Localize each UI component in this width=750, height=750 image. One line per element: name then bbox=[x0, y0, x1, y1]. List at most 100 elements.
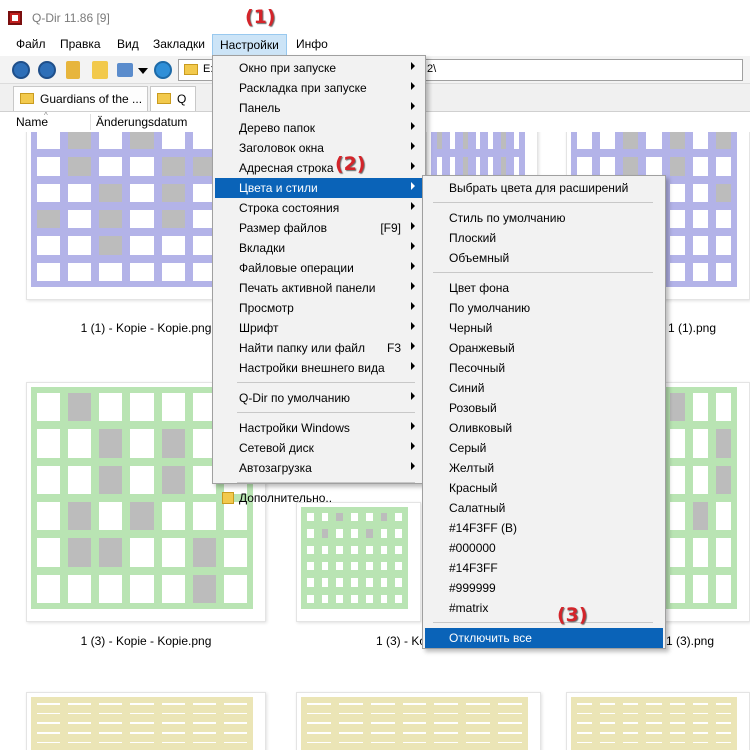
colors-menu-item[interactable]: #000000 bbox=[425, 538, 663, 558]
view-mode-icon[interactable] bbox=[117, 63, 133, 77]
settings-menu-item[interactable]: Настройки внешнего вида bbox=[215, 358, 423, 378]
colors-menu-item[interactable]: Розовый bbox=[425, 398, 663, 418]
thumbnail-cell bbox=[68, 722, 92, 724]
menu-view[interactable]: Вид bbox=[110, 34, 146, 56]
thumbnail-cell bbox=[192, 712, 216, 715]
file-caption[interactable]: 1 (1).png bbox=[662, 321, 722, 335]
up-folder-icon[interactable] bbox=[66, 61, 80, 79]
file-caption[interactable]: 1 (3) - Kopie - Kopie.png bbox=[26, 634, 266, 648]
thumbnail-cell bbox=[600, 712, 616, 715]
settings-menu-item[interactable]: Автозагрузка bbox=[215, 458, 423, 478]
menu-edit[interactable]: Правка bbox=[53, 34, 108, 56]
thumbnail-cell bbox=[192, 703, 216, 705]
column-divider[interactable] bbox=[90, 114, 91, 130]
tab-q[interactable]: Q bbox=[150, 86, 196, 111]
file-thumbnail[interactable] bbox=[296, 692, 541, 750]
settings-menu-item[interactable]: Дополнительно.. bbox=[215, 488, 423, 508]
thumbnail-cell bbox=[130, 731, 154, 734]
menu-info[interactable]: Инфо bbox=[289, 34, 335, 56]
menu-item-label: #000000 bbox=[449, 541, 496, 555]
colors-menu-item[interactable]: Синий bbox=[425, 378, 663, 398]
colors-menu-item[interactable]: Цвет фона bbox=[425, 278, 663, 298]
colors-menu-item[interactable]: Салатный bbox=[425, 498, 663, 518]
file-caption[interactable]: 1 (3) - Ko bbox=[376, 634, 426, 648]
thumbnail-cell bbox=[161, 574, 185, 603]
refresh-icon[interactable] bbox=[154, 61, 172, 79]
colors-menu-item[interactable]: Черный bbox=[425, 318, 663, 338]
settings-menu-item[interactable]: Q-Dir по умолчанию bbox=[215, 388, 423, 408]
settings-menu-item[interactable]: Вкладки bbox=[215, 238, 423, 258]
submenu-arrow-icon bbox=[411, 82, 415, 90]
settings-menu-item[interactable]: Заголовок окна bbox=[215, 138, 423, 158]
colors-menu-item[interactable]: Песочный bbox=[425, 358, 663, 378]
colors-menu-item[interactable]: Оранжевый bbox=[425, 338, 663, 358]
column-date[interactable]: Änderungsdatum bbox=[96, 115, 187, 129]
settings-menu-item[interactable]: Окно при запуске bbox=[215, 58, 423, 78]
settings-menu-item[interactable]: Раскладка при запуске bbox=[215, 78, 423, 98]
thumbnail-cell bbox=[192, 741, 216, 744]
colors-menu-item[interactable]: Плоский bbox=[425, 228, 663, 248]
colors-menu-item[interactable]: Выбрать цвета для расширений bbox=[425, 178, 663, 198]
settings-menu-item[interactable]: Размер файлов [F9] bbox=[215, 218, 423, 238]
colors-menu-item[interactable]: Отключить все bbox=[425, 628, 663, 648]
menu-bookmarks[interactable]: Закладки bbox=[146, 34, 212, 56]
settings-menu-item[interactable]: Найти папку или файл F3 bbox=[215, 338, 423, 358]
thumbnail-cell bbox=[321, 545, 329, 554]
settings-menu-item[interactable]: Адресная строка bbox=[215, 158, 423, 178]
colors-menu-item[interactable]: #matrix bbox=[425, 598, 663, 618]
file-thumbnail[interactable] bbox=[566, 692, 750, 750]
settings-menu-item[interactable]: Дерево папок bbox=[215, 118, 423, 138]
colors-menu-item[interactable]: Стиль по умолчанию bbox=[425, 208, 663, 228]
tab-label: Q bbox=[177, 92, 187, 106]
view-dropdown-icon[interactable] bbox=[138, 68, 148, 74]
thumbnail-cell bbox=[402, 703, 427, 705]
settings-menu-item[interactable]: Просмотр bbox=[215, 298, 423, 318]
thumbnail-cell bbox=[715, 236, 731, 255]
colors-menu-item[interactable]: #14F3FF bbox=[425, 558, 663, 578]
settings-menu-item[interactable]: Печать активной панели bbox=[215, 278, 423, 298]
settings-menu-item[interactable]: Шрифт bbox=[215, 318, 423, 338]
settings-menu-item[interactable]: Настройки Windows bbox=[215, 418, 423, 438]
file-thumbnail[interactable] bbox=[26, 692, 266, 750]
colors-menu-item[interactable]: #999999 bbox=[425, 578, 663, 598]
submenu-arrow-icon bbox=[411, 142, 415, 150]
thumbnail-cell bbox=[462, 157, 468, 176]
colors-menu-item[interactable]: Оливковый bbox=[425, 418, 663, 438]
thumbnail-cell bbox=[161, 703, 185, 705]
thumbnail-cell bbox=[600, 703, 616, 705]
thumbnail-cell bbox=[370, 722, 395, 724]
thumbnail-cell bbox=[130, 703, 154, 705]
colors-menu-item[interactable]: Объемный bbox=[425, 248, 663, 268]
settings-menu-item[interactable]: Строка состояния bbox=[215, 198, 423, 218]
colors-menu-item[interactable]: #14F3FF (B) bbox=[425, 518, 663, 538]
thumbnail-cell bbox=[365, 545, 373, 554]
colors-menu-item[interactable]: По умолчанию bbox=[425, 298, 663, 318]
menu-file[interactable]: Файл bbox=[9, 34, 53, 56]
thumbnail-cell bbox=[646, 731, 662, 734]
thumbnail-cell bbox=[351, 529, 358, 538]
colors-menu-item[interactable]: Желтый bbox=[425, 458, 663, 478]
thumbnail-cell bbox=[37, 236, 61, 255]
thumbnail-cell bbox=[577, 703, 593, 705]
thumbnail-cell bbox=[692, 731, 708, 734]
colors-menu-item[interactable]: Красный bbox=[425, 478, 663, 498]
settings-menu-item[interactable]: Файловые операции bbox=[215, 258, 423, 278]
menu-item-shortcut: F3 bbox=[386, 341, 401, 355]
back-icon[interactable] bbox=[12, 61, 30, 79]
file-thumbnail[interactable] bbox=[296, 502, 421, 622]
settings-menu-item[interactable]: Панель bbox=[215, 98, 423, 118]
menu-item-label: Желтый bbox=[449, 461, 495, 475]
menu-settings[interactable]: Настройки bbox=[212, 34, 287, 56]
menu-separator bbox=[237, 382, 415, 383]
menu-item-label: Адресная строка bbox=[239, 161, 334, 175]
thumbnail-cell bbox=[669, 722, 685, 724]
thumbnail-cell bbox=[488, 157, 494, 176]
colors-menu-item[interactable]: Серый bbox=[425, 438, 663, 458]
tab-guardians[interactable]: Guardians of the ... bbox=[13, 86, 148, 111]
new-folder-icon[interactable] bbox=[92, 61, 108, 79]
settings-menu-item[interactable]: Сетевой диск bbox=[215, 438, 423, 458]
menu-item-label: Найти папку или файл bbox=[239, 341, 365, 355]
file-caption[interactable]: 1 (3).png bbox=[666, 634, 726, 648]
settings-menu-item[interactable]: Цвета и стили bbox=[215, 178, 423, 198]
forward-icon[interactable] bbox=[38, 61, 56, 79]
